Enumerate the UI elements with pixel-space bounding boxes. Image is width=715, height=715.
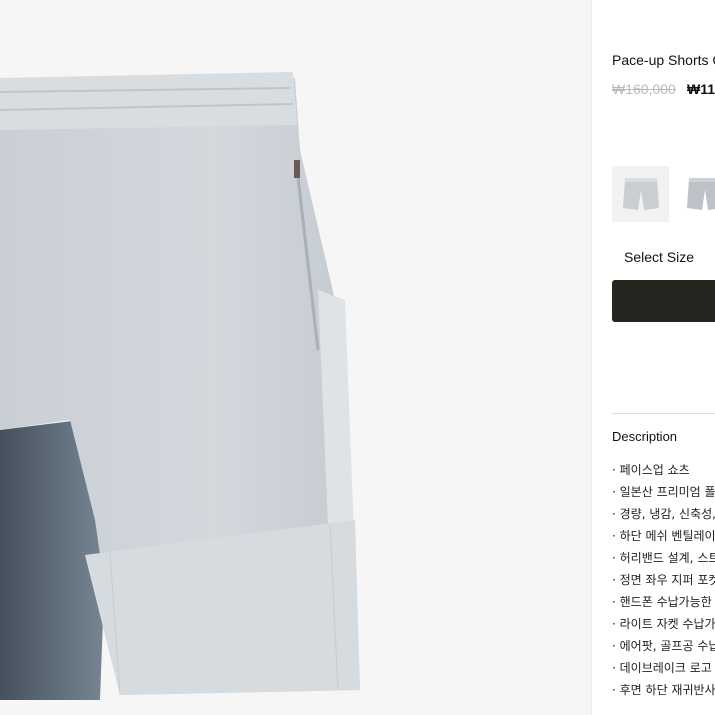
product-title: Pace-up Shorts G: [612, 52, 715, 68]
description-item: · 데이브레이크 로고: [612, 661, 712, 675]
description-item: · 라이트 자켓 수납가: [612, 617, 715, 631]
description-item: · 일본산 프리미엄 폴: [612, 485, 715, 499]
product-info-panel: Pace-up Shorts G ₩160,000 ₩118 Select Si…: [592, 0, 715, 715]
shorts-thumbnail-icon: [686, 178, 715, 210]
description-list: · 페이스업 쇼츠 · 일본산 프리미엄 폴 · 경량, 냉감, 신축성, · …: [612, 459, 715, 701]
zipper-pull: [294, 160, 300, 178]
add-to-cart-button[interactable]: [612, 280, 715, 322]
product-main-image[interactable]: [0, 0, 591, 715]
sale-price: ₩118: [687, 81, 715, 97]
original-price: ₩160,000: [612, 81, 676, 97]
size-select[interactable]: Select Size: [612, 238, 715, 278]
description-item: · 경량, 냉감, 신축성,: [612, 507, 715, 521]
shorts-photo: [0, 72, 360, 700]
description-item: · 페이스업 쇼츠: [612, 463, 690, 477]
thumbnail-back[interactable]: [676, 166, 715, 222]
description-item: · 에어팟, 골프공 수납: [612, 639, 715, 653]
waistband: [0, 72, 297, 130]
description-item: · 정면 좌우 지퍼 포켓: [612, 573, 715, 587]
description-item: · 하단 메쉬 벤틸레이: [612, 529, 715, 543]
section-divider: [612, 413, 715, 414]
shorts-thumbnail-icon: [622, 178, 659, 210]
description-item: · 핸드폰 수납가능한: [612, 595, 712, 609]
description-heading: Description: [612, 429, 678, 444]
thumbnail-front[interactable]: [612, 166, 669, 222]
description-item: · 허리밴드 설계, 스트: [612, 551, 715, 565]
description-item: · 후면 하단 재귀반사: [612, 683, 715, 697]
